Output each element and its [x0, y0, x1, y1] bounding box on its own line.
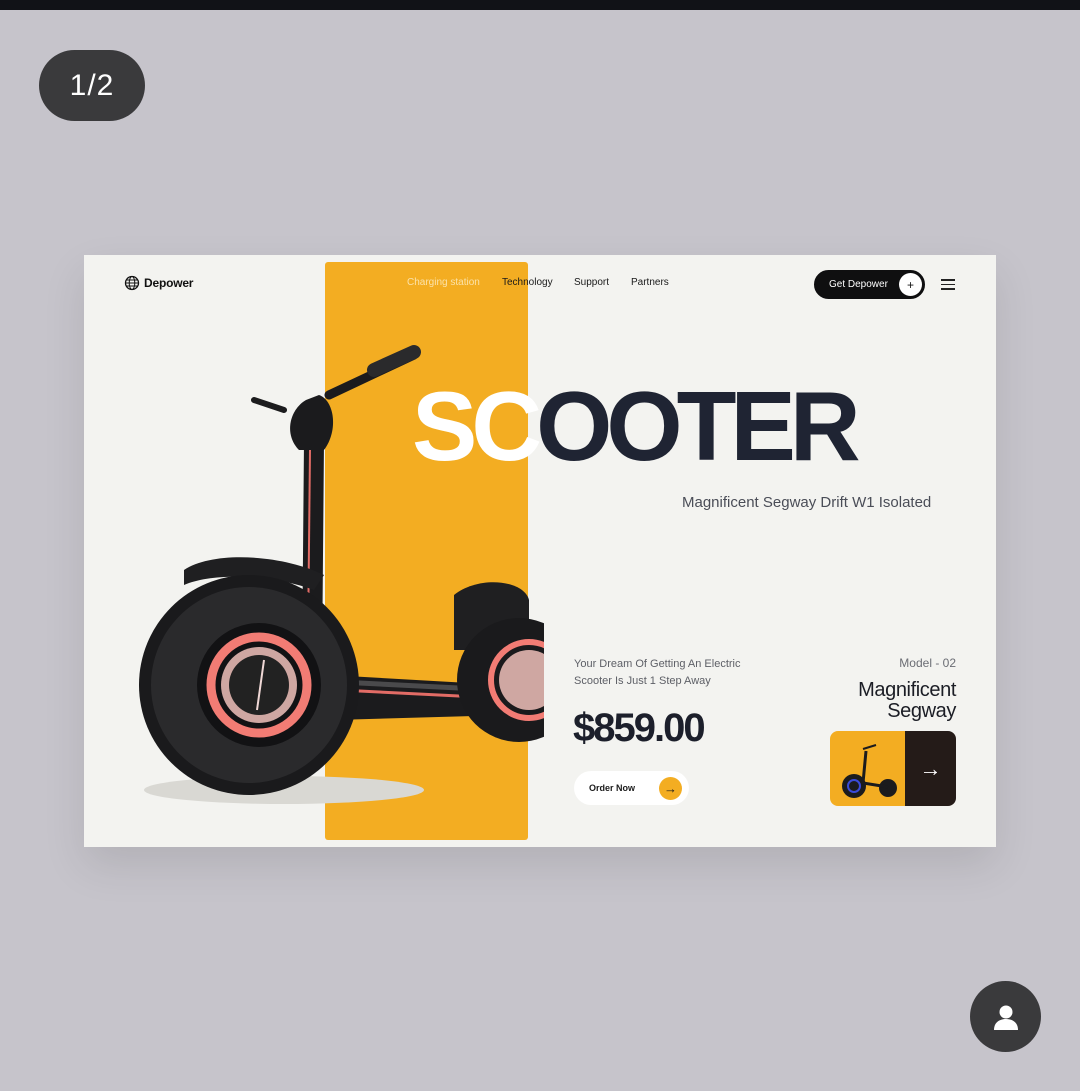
- tagline-line-1: Your Dream Of Getting An Electric: [574, 658, 741, 670]
- get-depower-label: Get Depower: [829, 279, 888, 290]
- person-icon: [993, 1005, 1018, 1030]
- price-label: $859.00: [573, 706, 706, 750]
- account-button[interactable]: [970, 981, 1041, 1052]
- model-name-line-1: Magnificent: [858, 679, 956, 701]
- nav-item-charging-station[interactable]: Charging station: [407, 277, 480, 288]
- plus-icon: +: [899, 273, 922, 296]
- hero-subtitle: Magnificent Segway Drift W1 Isolated: [682, 494, 932, 511]
- model-thumbnail-image: [830, 731, 905, 806]
- arrow-right-icon: →: [905, 731, 956, 806]
- nav-item-technology[interactable]: Technology: [502, 277, 553, 288]
- model-name: Magnificent Segway: [784, 680, 956, 722]
- nav-item-support[interactable]: Support: [574, 277, 609, 288]
- order-now-label: Order Now: [589, 783, 636, 793]
- headline-light-part: SC: [412, 371, 542, 481]
- status-bar: [0, 0, 1080, 10]
- nav-item-partners[interactable]: Partners: [631, 277, 669, 288]
- hero-tagline: Your Dream Of Getting An Electric Scoote…: [574, 656, 764, 690]
- get-depower-button[interactable]: Get Depower +: [814, 270, 925, 299]
- headline-dark-part: OOTER: [536, 371, 860, 481]
- model-thumbnail-card[interactable]: →: [830, 731, 956, 806]
- design-preview-card: Depower Charging station Technology Supp…: [84, 255, 996, 847]
- image-counter: 1/2: [39, 50, 145, 121]
- tagline-line-2: Scooter Is Just 1 Step Away: [574, 675, 711, 687]
- model-number: Model - 02: [899, 656, 956, 670]
- arrow-right-icon: →: [659, 777, 682, 800]
- model-name-line-2: Segway: [887, 700, 956, 722]
- hamburger-menu-icon[interactable]: [941, 279, 955, 290]
- hero-headline: SCOOTER: [412, 377, 861, 475]
- order-now-button[interactable]: Order Now →: [574, 771, 689, 805]
